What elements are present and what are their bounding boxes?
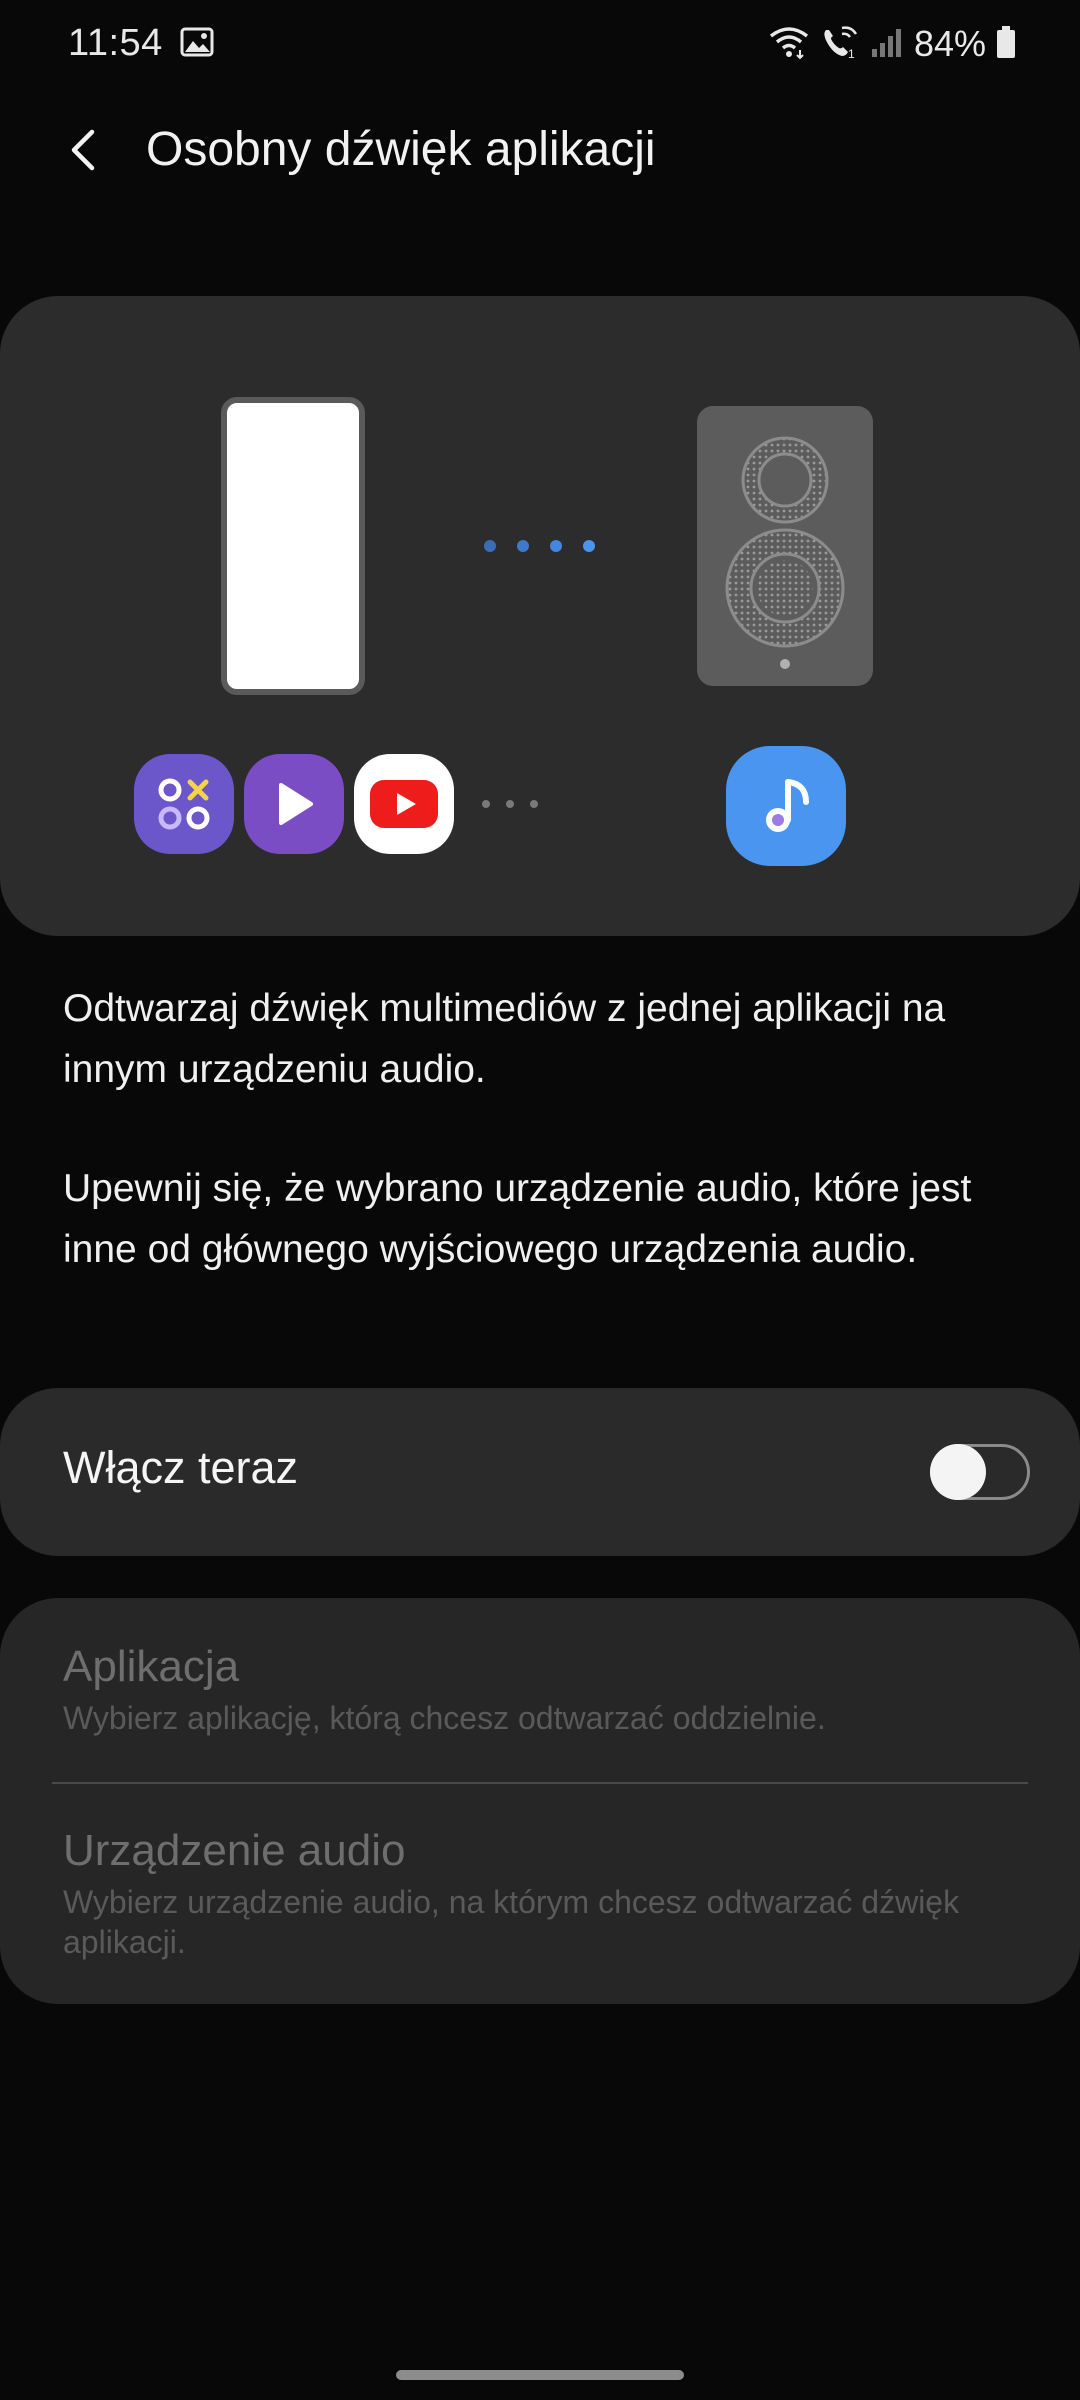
enable-now-switch[interactable]: [930, 1444, 1030, 1500]
illustration-card: [0, 296, 1080, 936]
wifi-icon: [768, 24, 810, 65]
music-app-icon: [726, 746, 846, 866]
settings-card: Aplikacja Wybierz aplikację, którą chces…: [0, 1598, 1080, 2004]
description: Odtwarzaj dźwięk multimediów z jednej ap…: [63, 978, 1043, 1280]
status-icons: 1 84%: [768, 20, 1016, 68]
app-setting-title: Aplikacja: [63, 1642, 240, 1691]
status-bar: 11:54 1 84%: [0, 0, 1080, 90]
audio-device-setting-title: Urządzenie audio: [63, 1826, 406, 1875]
status-time: 11:54: [68, 22, 163, 64]
youtube-app-icon: [354, 754, 454, 854]
video-player-app-icon: [244, 754, 344, 854]
connection-dots: [484, 540, 595, 552]
signal-icon: [870, 25, 904, 64]
more-dots-icon: [482, 800, 538, 808]
description-paragraph-2: Upewnij się, że wybrano urządzenie audio…: [63, 1167, 972, 1271]
page-title: Osobny dźwięk aplikacji: [146, 123, 656, 176]
game-launcher-app-icon: [134, 754, 234, 854]
back-button[interactable]: [52, 118, 116, 182]
description-paragraph-1: Odtwarzaj dźwięk multimediów z jednej ap…: [63, 987, 946, 1091]
wifi-calling-icon: 1: [820, 24, 860, 65]
enable-now-label: Włącz teraz: [63, 1442, 299, 1493]
battery-icon: [996, 25, 1016, 64]
enable-now-row[interactable]: Włącz teraz: [0, 1388, 1080, 1556]
app-setting-item[interactable]: Aplikacja Wybierz aplikację, którą chces…: [63, 1642, 1023, 1738]
speaker-illustration: [697, 406, 873, 686]
switch-knob: [930, 1444, 986, 1500]
battery-percent: 84%: [913, 23, 986, 64]
divider: [52, 1782, 1028, 1784]
audio-device-setting-subtitle: Wybierz urządzenie audio, na którym chce…: [63, 1884, 960, 1960]
chevron-left-icon: [71, 129, 95, 171]
home-indicator[interactable]: [396, 2370, 684, 2380]
app-bar: Osobny dźwięk aplikacji: [0, 100, 1080, 200]
audio-device-setting-item[interactable]: Urządzenie audio Wybierz urządzenie audi…: [63, 1826, 1023, 1962]
gallery-icon: [180, 27, 214, 57]
svg-text:1: 1: [848, 47, 855, 60]
phone-illustration: [221, 397, 365, 695]
app-setting-subtitle: Wybierz aplikację, którą chcesz odtwarza…: [63, 1700, 826, 1736]
